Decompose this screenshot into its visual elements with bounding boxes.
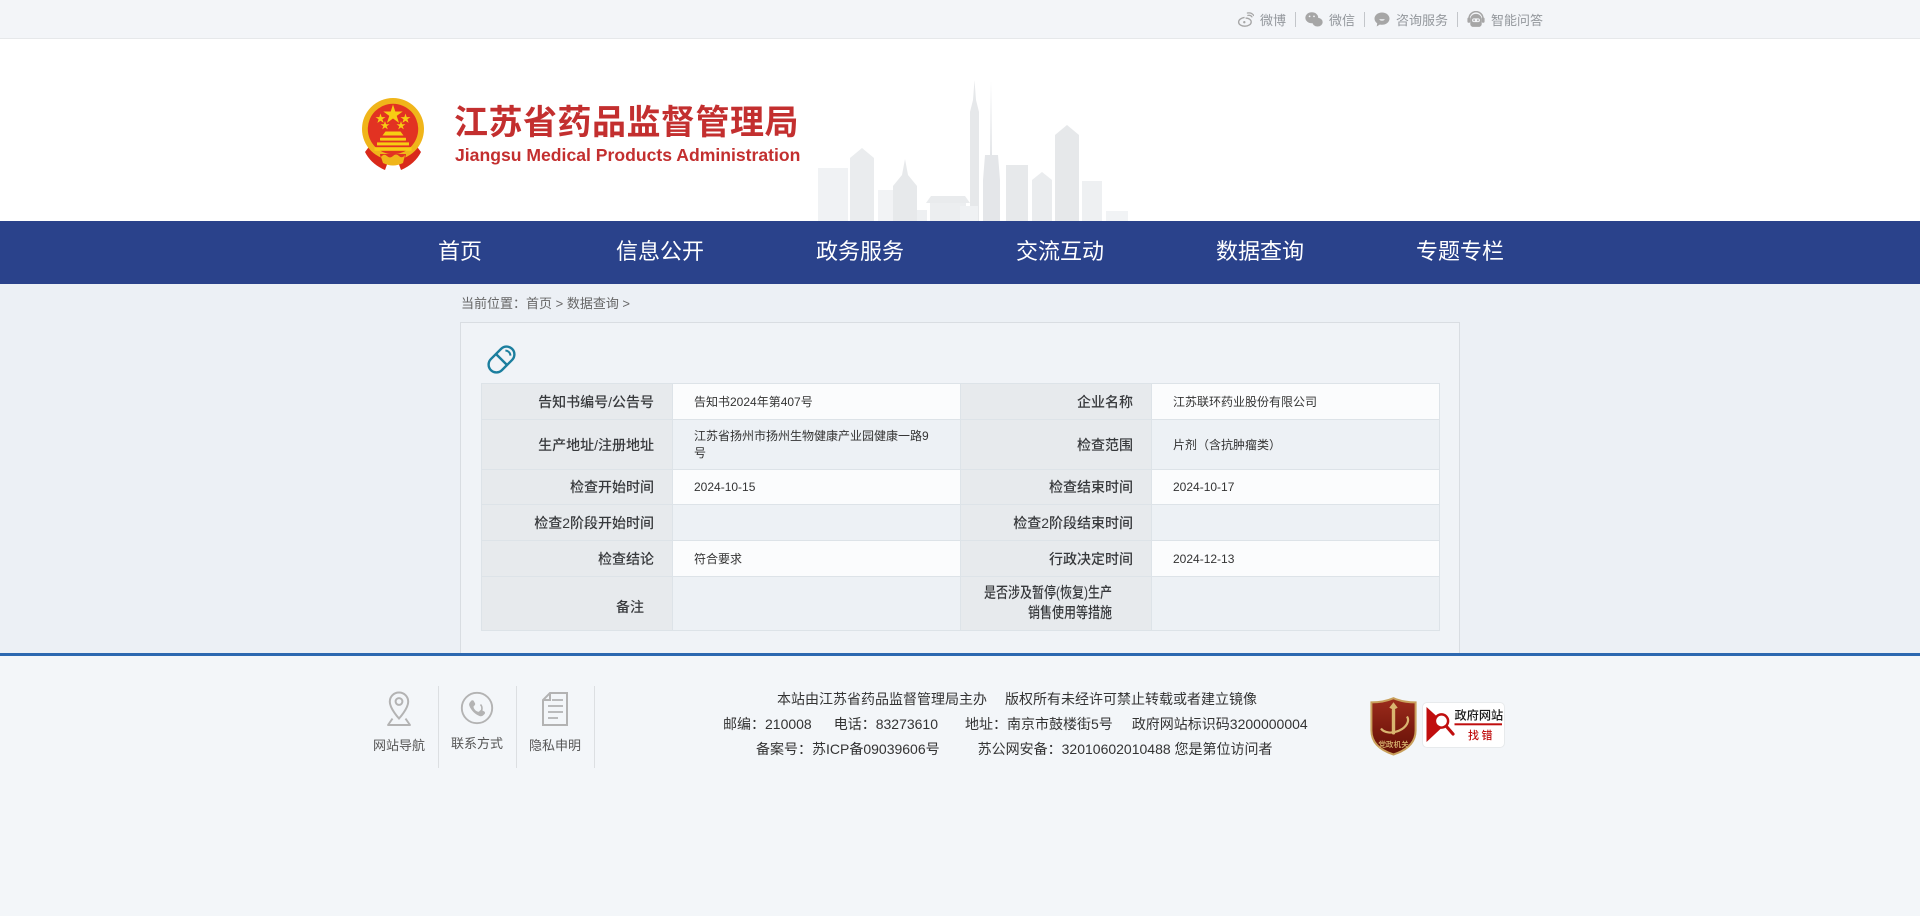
svg-text:找错: 找错 bbox=[1468, 727, 1495, 743]
svg-text:政府网站: 政府网站 bbox=[1455, 706, 1504, 724]
svg-text:党政机关: 党政机关 bbox=[1378, 739, 1409, 750]
